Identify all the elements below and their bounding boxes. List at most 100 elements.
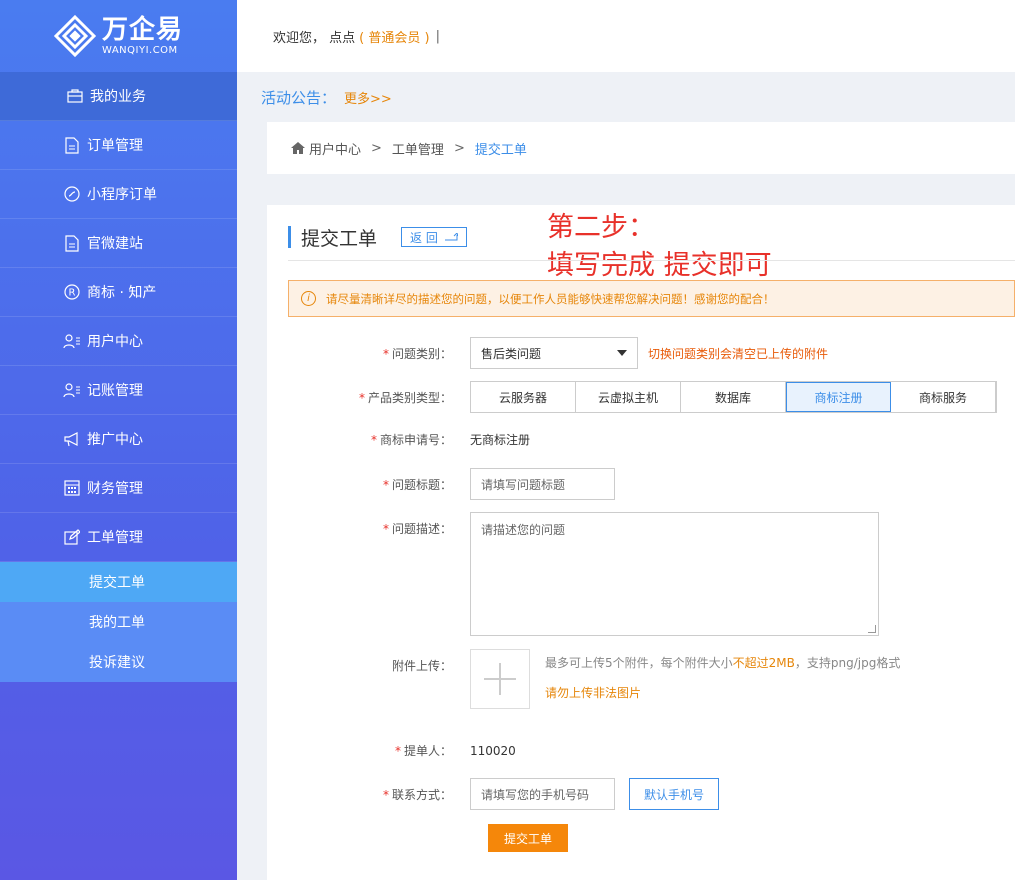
product-type-selector: 云服务器 云虚拟主机 数据库 商标注册 商标服务 — [470, 381, 997, 413]
sidebar: 万企易 WANQIYI.COM 我的业务 订单管理 小程序订单 官微建站 R 商… — [0, 0, 237, 880]
sidebar-item-finance[interactable]: 财务管理 — [0, 464, 237, 513]
notice-more-link[interactable]: 更多>> — [344, 88, 392, 107]
category-row: * 问题类别： 售后类问题 切换问题类别会清空已上传的附件 — [267, 337, 828, 369]
sidebar-item-label: 用户中心 — [87, 334, 143, 350]
sidebar-item-tickets[interactable]: 工单管理 — [0, 513, 237, 562]
user-list-icon — [63, 381, 81, 399]
step-annotation-line1: 第二步： — [547, 212, 655, 243]
breadcrumb-level2[interactable]: 工单管理 — [392, 139, 444, 158]
calculator-icon — [63, 479, 81, 497]
issue-desc-placeholder: 请描述您的问题 — [481, 523, 566, 537]
upload-size-limit: 不超过2MB — [732, 656, 795, 670]
product-option-database[interactable]: 数据库 — [681, 382, 786, 412]
document-icon — [63, 136, 81, 154]
issue-title-label: 问题标题： — [391, 477, 452, 492]
sidebar-item-miniapp-orders[interactable]: 小程序订单 — [0, 170, 237, 219]
required-mark: * — [382, 522, 389, 536]
sidebar-subitem-my-tickets[interactable]: 我的工单 — [0, 602, 237, 642]
notice-bar: 活动公告： 更多>> — [237, 72, 1015, 122]
breadcrumb-separator: > — [453, 140, 465, 156]
info-icon: i — [301, 291, 316, 306]
resize-handle-icon[interactable] — [868, 625, 876, 633]
breadcrumb-home[interactable]: 用户中心 — [309, 139, 361, 158]
attachment-row: 附件上传： 最多可上传5个附件，每个附件大小不超过2MB，支持png/jpg格式… — [267, 649, 900, 709]
sidebar-item-label: 记账管理 — [87, 383, 143, 399]
breadcrumb-current: 提交工单 — [474, 142, 527, 158]
issue-title-input[interactable]: 请填写问题标题 — [470, 468, 615, 500]
tip-banner: i 请尽量清晰详尽的描述您的问题，以便工作人员能够快速帮您解决问题！感谢您的配合… — [288, 280, 1015, 317]
attachment-label: 附件上传： — [391, 659, 452, 673]
issue-title-row: * 问题标题： 请填写问题标题 — [267, 468, 615, 500]
document-icon — [63, 234, 81, 252]
sidebar-item-orders[interactable]: 订单管理 — [0, 121, 237, 170]
product-option-cloud-server[interactable]: 云服务器 — [471, 382, 576, 412]
svg-text:R: R — [69, 288, 76, 299]
upload-info: 最多可上传5个附件，每个附件大小不超过2MB，支持png/jpg格式 请勿上传非… — [545, 648, 900, 708]
miniapp-icon — [63, 185, 81, 203]
sidebar-item-user-center[interactable]: 用户中心 — [0, 317, 237, 366]
category-label: 问题类别： — [391, 346, 452, 361]
megaphone-icon — [63, 430, 81, 448]
required-mark: * — [370, 433, 377, 447]
breadcrumb-separator: > — [371, 140, 382, 156]
topbar-divider: | — [435, 28, 440, 44]
sidebar-item-my-business[interactable]: 我的业务 — [0, 72, 237, 121]
user-list-icon — [63, 332, 81, 350]
page-title: 提交工单 — [301, 227, 378, 250]
breadcrumb: 用户中心 > 工单管理 > 提交工单 — [267, 122, 1015, 174]
upload-warning: 请勿上传非法图片 — [545, 686, 642, 700]
return-icon — [444, 233, 458, 241]
product-option-trademark-registration[interactable]: 商标注册 — [786, 382, 891, 412]
notice-title: 活动公告： — [261, 88, 337, 107]
upload-plus-button[interactable] — [470, 649, 530, 709]
category-value: 售后类问题 — [481, 346, 542, 361]
product-option-virtual-host[interactable]: 云虚拟主机 — [576, 382, 681, 412]
issue-desc-label: 问题描述： — [391, 522, 452, 536]
logo[interactable]: 万企易 WANQIYI.COM — [0, 0, 237, 72]
back-button-label: 返 回 — [410, 230, 438, 245]
submit-row: 提交工单 — [488, 824, 569, 852]
sidebar-item-label: 财务管理 — [87, 481, 143, 497]
default-phone-button[interactable]: 默认手机号 — [629, 778, 720, 810]
trademark-no-value: 无商标注册 — [470, 433, 531, 447]
sidebar-submenu: 提交工单 我的工单 投诉建议 — [0, 562, 237, 682]
header-divider — [288, 260, 1015, 261]
sidebar-subitem-submit-ticket[interactable]: 提交工单 — [0, 562, 237, 602]
caret-down-icon — [617, 350, 627, 356]
member-level[interactable]: ( 普通会员 ) — [359, 27, 429, 46]
home-icon — [291, 142, 305, 154]
tip-text: 请尽量清晰详尽的描述您的问题，以便工作人员能够快速帮您解决问题！感谢您的配合！ — [326, 291, 775, 306]
sidebar-item-accounting[interactable]: 记账管理 — [0, 366, 237, 415]
upload-info-suffix: ，支持png/jpg格式 — [794, 656, 901, 670]
edit-icon — [63, 528, 81, 546]
sidebar-item-trademark[interactable]: R 商标 · 知产 — [0, 268, 237, 317]
contact-input[interactable]: 请填写您的手机号码 — [470, 778, 615, 810]
required-mark: * — [382, 346, 389, 361]
sidebar-item-label: 官微建站 — [87, 236, 143, 252]
issue-desc-row: * 问题描述： 请描述您的问题 — [267, 512, 879, 636]
required-mark: * — [394, 744, 401, 758]
category-select[interactable]: 售后类问题 — [470, 337, 638, 369]
sidebar-item-label: 商标 · 知产 — [87, 285, 157, 301]
title-accent-bar — [288, 226, 291, 248]
card-header: 提交工单 返 回 — [288, 223, 467, 251]
plus-icon — [484, 663, 516, 695]
sidebar-item-label: 推广中心 — [87, 432, 143, 448]
sidebar-item-promotion[interactable]: 推广中心 — [0, 415, 237, 464]
sidebar-item-label: 小程序订单 — [87, 187, 157, 203]
product-option-trademark-service[interactable]: 商标服务 — [891, 382, 996, 412]
back-button[interactable]: 返 回 — [401, 227, 467, 247]
sidebar-item-website[interactable]: 官微建站 — [0, 219, 237, 268]
required-mark: * — [382, 477, 389, 492]
registered-icon: R — [63, 283, 81, 301]
trademark-no-row: * 商标申请号： 无商标注册 — [267, 431, 530, 448]
contact-label: 联系方式： — [391, 787, 452, 802]
issue-desc-textarea[interactable]: 请描述您的问题 — [470, 512, 879, 636]
topbar: 欢迎您， 点点 ( 普通会员 ) | — [237, 0, 1015, 72]
submit-ticket-button[interactable]: 提交工单 — [488, 824, 569, 852]
brand-domain: WANQIYI.COM — [101, 44, 178, 56]
sidebar-item-label: 我的业务 — [90, 89, 146, 105]
submitter-row: * 提单人： 110020 — [267, 742, 516, 759]
sidebar-subitem-complaints[interactable]: 投诉建议 — [0, 642, 237, 682]
logo-icon — [53, 15, 96, 57]
